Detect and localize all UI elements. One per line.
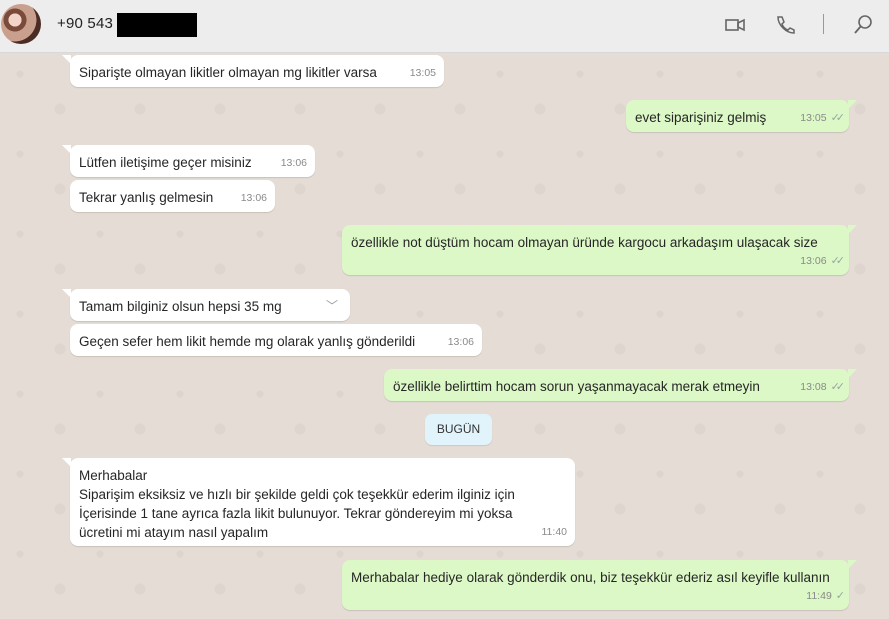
message-text: Geçen sefer hem likit hemde mg olarak ya… xyxy=(79,334,416,349)
bubble-tail xyxy=(62,145,71,154)
bubble-tail xyxy=(848,369,857,378)
message-time: 13:06 xyxy=(447,336,474,348)
bubble-tail xyxy=(62,55,71,64)
chevron-down-icon[interactable]: ﹀ xyxy=(326,297,338,316)
read-receipt-icon: ✓✓ xyxy=(830,381,846,393)
message-incoming[interactable]: Geçen sefer hem likit hemde mg olarak ya… xyxy=(70,324,482,356)
message-time: 13:06 xyxy=(800,255,827,267)
message-text: Siparişte olmayan likitler olmayan mg li… xyxy=(79,65,377,80)
bubble-tail xyxy=(848,100,857,109)
message-incoming[interactable]: Tamam bilginiz olsun hepsi 35 mg ﹀ xyxy=(62,289,350,321)
voice-call-icon[interactable] xyxy=(772,12,798,38)
message-time: 13:06 xyxy=(240,192,267,204)
message-meta: 13:08 ✓✓ xyxy=(800,378,846,397)
message-meta: 13:06 ✓✓ xyxy=(800,252,846,271)
sent-receipt-icon: ✓ xyxy=(835,590,845,602)
message-time: 11:49 xyxy=(806,590,832,602)
message-time: 13:05 xyxy=(800,112,827,124)
bubble-tail xyxy=(62,289,71,298)
message-incoming[interactable]: Siparişte olmayan likitler olmayan mg li… xyxy=(62,55,444,87)
search-icon[interactable] xyxy=(850,12,876,38)
contact-avatar[interactable] xyxy=(1,4,41,44)
message-list[interactable]: Siparişte olmayan likitler olmayan mg li… xyxy=(0,54,889,619)
message-text: evet siparişiniz gelmiş xyxy=(635,110,767,125)
message-outgoing[interactable]: özellikle not düştüm hocam olmayan üründ… xyxy=(342,225,857,275)
read-receipt-icon: ✓✓ xyxy=(830,255,846,267)
day-separator: BUGÜN xyxy=(425,414,492,445)
message-time: 13:05 xyxy=(409,67,436,79)
message-incoming[interactable]: Tekrar yanlış gelmesin 13:06 xyxy=(70,180,275,212)
message-incoming[interactable]: Merhabalar Siparişim eksiksiz ve hızlı b… xyxy=(62,458,575,546)
message-meta: 13:05 ✓✓ xyxy=(800,109,846,128)
chat-header: +90 543 xyxy=(0,0,889,53)
video-call-icon[interactable] xyxy=(722,12,748,38)
message-time: 13:08 xyxy=(800,381,827,393)
message-text: Merhabalar hediye olarak gönderdik onu, … xyxy=(351,570,830,585)
message-meta: 11:49 ✓ xyxy=(806,587,845,606)
message-text: özellikle belirttim hocam sorun yaşanmay… xyxy=(393,379,760,394)
header-divider xyxy=(823,14,824,34)
message-text: Lütfen iletişime geçer misiniz xyxy=(79,155,252,170)
message-text: Merhabalar Siparişim eksiksiz ve hızlı b… xyxy=(79,468,515,540)
read-receipt-icon: ✓✓ xyxy=(830,112,846,124)
message-time: 11:40 xyxy=(541,526,568,538)
message-outgoing[interactable]: özellikle belirttim hocam sorun yaşanmay… xyxy=(384,369,857,401)
contact-name[interactable]: +90 543 xyxy=(57,15,113,32)
message-text: Tamam bilginiz olsun hepsi 35 mg xyxy=(79,299,282,314)
bubble-tail xyxy=(62,458,71,467)
message-time: 13:06 xyxy=(280,157,307,169)
message-text: Tekrar yanlış gelmesin xyxy=(79,190,214,205)
message-text: özellikle not düştüm hocam olmayan üründ… xyxy=(351,235,818,250)
message-outgoing[interactable]: evet siparişiniz gelmiş 13:05 ✓✓ xyxy=(626,100,857,132)
bubble-tail xyxy=(848,225,857,234)
redaction-box xyxy=(117,13,197,37)
bubble-tail xyxy=(848,560,857,569)
message-incoming[interactable]: Lütfen iletişime geçer misiniz 13:06 xyxy=(62,145,315,177)
message-outgoing[interactable]: Merhabalar hediye olarak gönderdik onu, … xyxy=(342,560,857,610)
